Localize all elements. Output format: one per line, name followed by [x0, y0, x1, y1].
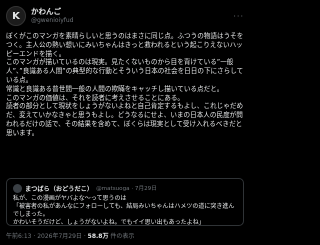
- tweet-body: ぼくがこのマンガを素晴らしいと思うのはまさに同じ点。ふつうの物語はうそをつく。主…: [6, 32, 244, 138]
- body-paragraph: このマンガが描いているのは現実。見たくないものから目を背けている”一般人”、”良…: [6, 58, 244, 84]
- author-handle[interactable]: @gwenioiyfud: [31, 16, 74, 25]
- author-avatar[interactable]: K: [6, 6, 26, 26]
- view-count-label: 件の表示: [108, 233, 135, 240]
- body-paragraph: ぼくがこのマンガを素晴らしいと思うのはまさに同じ点。ふつうの物語はうそをつく。主…: [6, 32, 244, 58]
- tweet: K かわんご @gwenioiyfud ··· ぼくがこのマンガを素晴らしいと思…: [0, 0, 250, 245]
- tweet-header: K かわんご @gwenioiyfud ···: [6, 4, 244, 28]
- view-count: 58.8万: [87, 233, 109, 240]
- quoted-line: 私が、この漫画がヤバよな～って思うのは: [13, 195, 127, 202]
- quoted-line: かわいそうだけど、しょうがないよね。でもイイ思い出もあったよね」: [13, 219, 205, 226]
- tweet-meta: 午前6:13 · 2026年7月29日 · 58.8万 件の表示: [6, 231, 134, 240]
- quoted-author-handle: @matsuoga · 7月29日: [96, 186, 157, 192]
- quoted-tweet[interactable]: まつばら（おどうだこ） @matsuoga · 7月29日 私が、この漫画がヤバ…: [6, 178, 244, 226]
- quoted-author-avatar: [13, 183, 22, 193]
- quoted-tweet-header: まつばら（おどうだこ） @matsuoga · 7月29日: [13, 183, 237, 193]
- author-names: かわんご @gwenioiyfud: [31, 7, 74, 25]
- tweet-timestamp[interactable]: 午前6:13 · 2026年7月29日 ·: [6, 233, 88, 240]
- quoted-author-name: まつばら（おどうだこ）: [25, 185, 94, 193]
- author-display-name[interactable]: かわんご: [31, 7, 74, 16]
- quoted-line: 「被害者の私があんなにフォローしても、結局みいちゃんはハメツの道に突き進んでしま…: [13, 203, 235, 218]
- body-paragraph: 読者の部分として現状をしょうがないよねと自己肯定するもよし、これじゃだめだ、変え…: [6, 102, 244, 137]
- body-paragraph: 常識と良識ある普世間一般の人間の欺瞞をキャッチし描いている点だと。: [6, 84, 224, 93]
- more-options-icon[interactable]: ···: [233, 12, 244, 21]
- quoted-tweet-text: 私が、この漫画がヤバよな～って思うのは 「被害者の私があんなにフォローしても、結…: [13, 195, 237, 227]
